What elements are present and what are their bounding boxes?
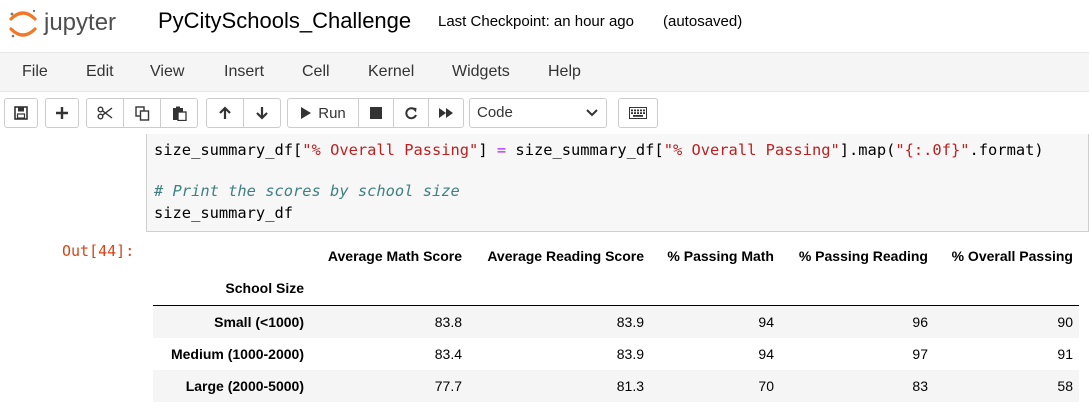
notebook-title[interactable]: PyCitySchools_Challenge	[158, 8, 411, 34]
menu-help[interactable]: Help	[548, 63, 581, 81]
keyboard-icon	[629, 107, 647, 119]
chevron-down-icon	[586, 109, 598, 117]
run-label: Run	[318, 104, 346, 122]
notebook-area: size_summary_df["% Overall Passing"] = s…	[0, 134, 1089, 416]
code-cell-input[interactable]: size_summary_df["% Overall Passing"] = s…	[146, 134, 1089, 232]
menu-view[interactable]: View	[150, 63, 184, 81]
cell-value: 81.3	[616, 378, 644, 394]
cell-value: 96	[912, 314, 928, 330]
arrow-down-icon	[256, 107, 268, 120]
table-row: Medium (1000-2000) 83.4 83.9 94 97 91	[153, 338, 1079, 370]
copy-button[interactable]	[123, 98, 161, 128]
paste-icon	[172, 106, 187, 121]
code-comment: # Print the scores by school size	[154, 182, 460, 200]
cell-value: 97	[912, 346, 928, 362]
run-button[interactable]: Run	[287, 98, 359, 128]
fast-forward-icon	[439, 108, 453, 118]
menu-kernel[interactable]: Kernel	[368, 63, 414, 81]
cell-value: 58	[1057, 378, 1073, 394]
command-palette-button[interactable]	[618, 98, 658, 128]
cell-value: 83	[912, 378, 928, 394]
play-icon	[301, 107, 312, 119]
insert-cell-button[interactable]	[45, 98, 79, 128]
logo-text: jupyter	[43, 9, 116, 36]
cell-value: 83.9	[616, 346, 644, 362]
menu-cell[interactable]: Cell	[302, 63, 330, 81]
cell-value: 83.9	[616, 314, 644, 330]
col-header-pass-math: % Passing Math	[667, 248, 774, 264]
stop-icon	[370, 107, 382, 119]
cell-value: 83.4	[434, 346, 462, 362]
row-label: Small (<1000)	[214, 314, 304, 330]
cell-value: 94	[758, 346, 774, 362]
output-prompt: Out[44]:	[62, 242, 135, 260]
menu-widgets[interactable]: Widgets	[452, 63, 510, 81]
menu-file[interactable]: File	[22, 63, 48, 81]
cell-value: 91	[1057, 346, 1073, 362]
menubar: File Edit View Insert Cell Kernel Widget…	[0, 52, 1089, 92]
interrupt-button[interactable]	[358, 98, 394, 128]
plus-icon	[56, 107, 68, 119]
menu-edit[interactable]: Edit	[86, 63, 114, 81]
restart-button[interactable]	[393, 98, 429, 128]
code-line-1: size_summary_df["% Overall Passing"] = s…	[154, 141, 1044, 159]
restart-run-all-button[interactable]	[428, 98, 464, 128]
arrow-up-icon	[219, 106, 231, 119]
copy-icon	[134, 105, 149, 121]
checkpoint-status: Last Checkpoint: an hour ago	[438, 13, 634, 30]
cell-value: 94	[758, 314, 774, 330]
col-header-pass-reading: % Passing Reading	[798, 248, 928, 264]
row-label: Medium (1000-2000)	[170, 346, 304, 362]
code-line-3: size_summary_df	[154, 204, 293, 222]
move-down-button[interactable]	[243, 98, 281, 128]
jupyter-logo[interactable]: jupyter	[8, 6, 140, 40]
cell-value: 70	[758, 378, 774, 394]
autosave-status: (autosaved)	[663, 13, 743, 30]
index-name: School Size	[225, 280, 304, 296]
cell-value: 77.7	[434, 378, 462, 394]
col-header-avg-reading: Average Reading Score	[487, 248, 644, 264]
save-button[interactable]	[4, 98, 38, 128]
restart-icon	[405, 107, 417, 120]
col-header-avg-math: Average Math Score	[327, 248, 462, 264]
move-up-button[interactable]	[206, 98, 244, 128]
row-label: Large (2000-5000)	[185, 378, 304, 394]
cell-type-value: Code	[477, 104, 513, 121]
save-icon	[14, 106, 28, 120]
table-row: Small (<1000) 83.8 83.9 94 96 90	[153, 306, 1079, 338]
cell-type-select[interactable]: Code	[469, 98, 607, 128]
cell-value: 83.8	[434, 314, 462, 330]
notebook-header: jupyter PyCitySchools_Challenge Last Che…	[0, 0, 1089, 52]
menu-insert[interactable]: Insert	[224, 63, 264, 81]
toolbar: Run Code	[0, 92, 1089, 134]
scissors-icon	[97, 106, 113, 120]
col-header-overall: % Overall Passing	[951, 248, 1073, 264]
paste-button[interactable]	[160, 98, 198, 128]
cell-value: 90	[1057, 314, 1073, 330]
table-row: Large (2000-5000) 77.7 81.3 70 83 58	[153, 370, 1079, 402]
cut-button[interactable]	[86, 98, 124, 128]
